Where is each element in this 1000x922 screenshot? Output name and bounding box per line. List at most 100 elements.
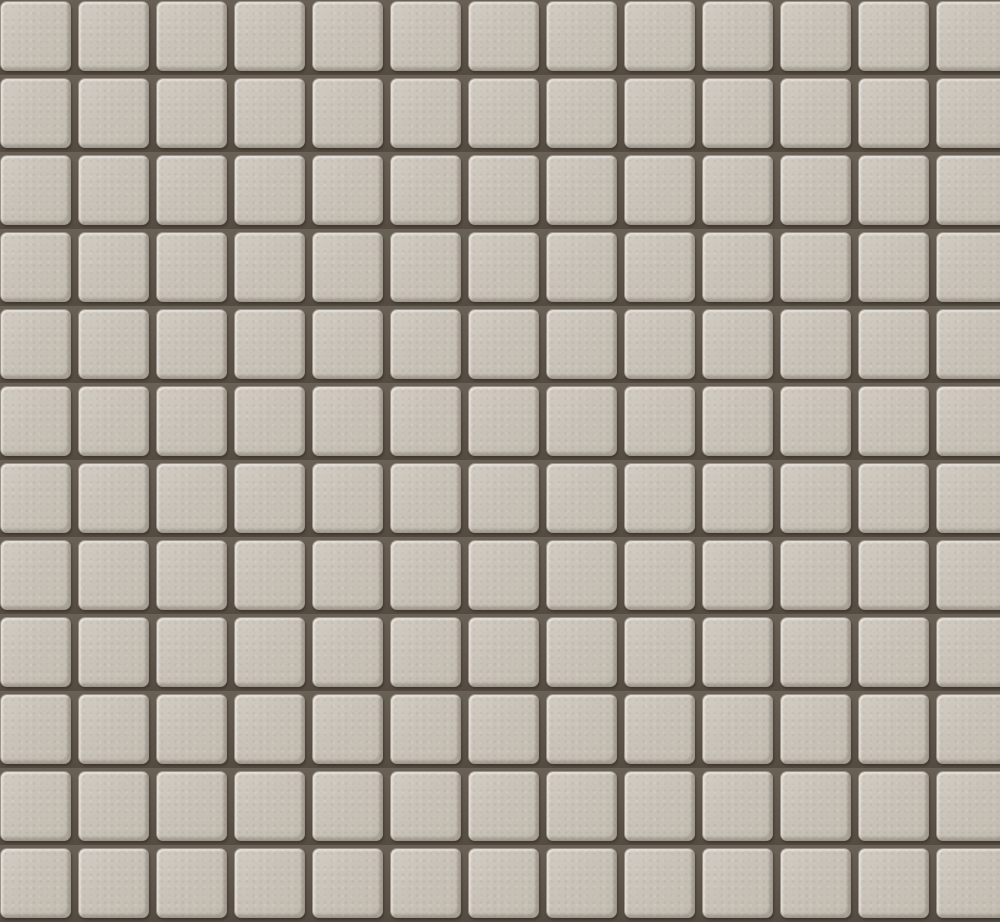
grout-cell [621,537,699,614]
grout-cell [309,152,387,229]
grout-cell [465,845,543,922]
grout-cell [543,768,621,845]
mosaic-tile [546,386,617,456]
mosaic-tile [78,1,149,71]
grout-cell [777,614,855,691]
grout-cell [75,0,153,75]
mosaic-tile [156,617,227,687]
grout-cell [0,691,75,768]
grout-cell [387,691,465,768]
mosaic-tile [546,617,617,687]
mosaic-tile [234,848,305,918]
mosaic-tile [312,155,383,225]
grout-cell [387,75,465,152]
grout-cell [543,152,621,229]
grout-cell [309,0,387,75]
mosaic-tile [546,155,617,225]
grout-cell [0,229,75,306]
grout-cell [153,383,231,460]
grout-cell [621,229,699,306]
grout-cell [699,845,777,922]
mosaic-tile [234,694,305,764]
grout-cell [543,75,621,152]
mosaic-tile [702,309,773,379]
mosaic-tile [0,1,71,71]
mosaic-tile [468,155,539,225]
grout-cell [699,768,777,845]
grout-cell [621,383,699,460]
grout-cell [465,768,543,845]
grout-cell [543,460,621,537]
tile-mosaic [0,0,1000,922]
mosaic-tile [468,78,539,148]
grout-cell [621,75,699,152]
mosaic-tile [78,848,149,918]
grout-cell [465,614,543,691]
mosaic-tile [156,78,227,148]
grout-cell [231,460,309,537]
mosaic-tile [936,232,1000,302]
grout-cell [231,306,309,383]
mosaic-tile [546,771,617,841]
mosaic-tile [156,771,227,841]
grout-cell [0,383,75,460]
grout-cell [933,152,1000,229]
grout-cell [153,691,231,768]
mosaic-tile [936,694,1000,764]
mosaic-tile [780,771,851,841]
mosaic-tile [390,771,461,841]
mosaic-tile [858,155,929,225]
grout-cell [621,845,699,922]
grout-cell [75,460,153,537]
mosaic-tile [780,694,851,764]
grout-cell [0,845,75,922]
grout-cell [153,306,231,383]
grout-cell [465,691,543,768]
grout-cell [387,0,465,75]
grout-cell [777,383,855,460]
mosaic-tile [390,1,461,71]
grout-cell [543,306,621,383]
grout-cell [75,306,153,383]
grout-cell [465,0,543,75]
mosaic-tile [936,848,1000,918]
grout-cell [699,460,777,537]
mosaic-tile [234,771,305,841]
mosaic-tile [858,1,929,71]
grout-cell [465,537,543,614]
mosaic-tile [390,463,461,533]
grout-cell [777,306,855,383]
mosaic-tile [702,771,773,841]
grout-cell [153,0,231,75]
mosaic-tile [702,386,773,456]
grout-cell [933,845,1000,922]
mosaic-tile [468,694,539,764]
mosaic-tile [156,1,227,71]
mosaic-tile [78,309,149,379]
mosaic-tile [468,232,539,302]
mosaic-tile [702,540,773,610]
grout-cell [855,306,933,383]
mosaic-tile [234,155,305,225]
grout-cell [0,614,75,691]
mosaic-tile [780,309,851,379]
grout-cell [699,614,777,691]
mosaic-tile [702,232,773,302]
grout-cell [75,614,153,691]
grout-cell [855,768,933,845]
mosaic-tile [468,848,539,918]
grout-cell [153,845,231,922]
mosaic-tile [546,848,617,918]
grout-cell [933,691,1000,768]
grout-cell [855,152,933,229]
mosaic-tile [156,232,227,302]
grout-cell [387,845,465,922]
grout-cell [75,768,153,845]
mosaic-tile [702,1,773,71]
mosaic-tile [312,848,383,918]
grout-cell [309,614,387,691]
grout-cell [75,845,153,922]
grout-cell [543,0,621,75]
mosaic-tile [546,694,617,764]
mosaic-tile [546,463,617,533]
